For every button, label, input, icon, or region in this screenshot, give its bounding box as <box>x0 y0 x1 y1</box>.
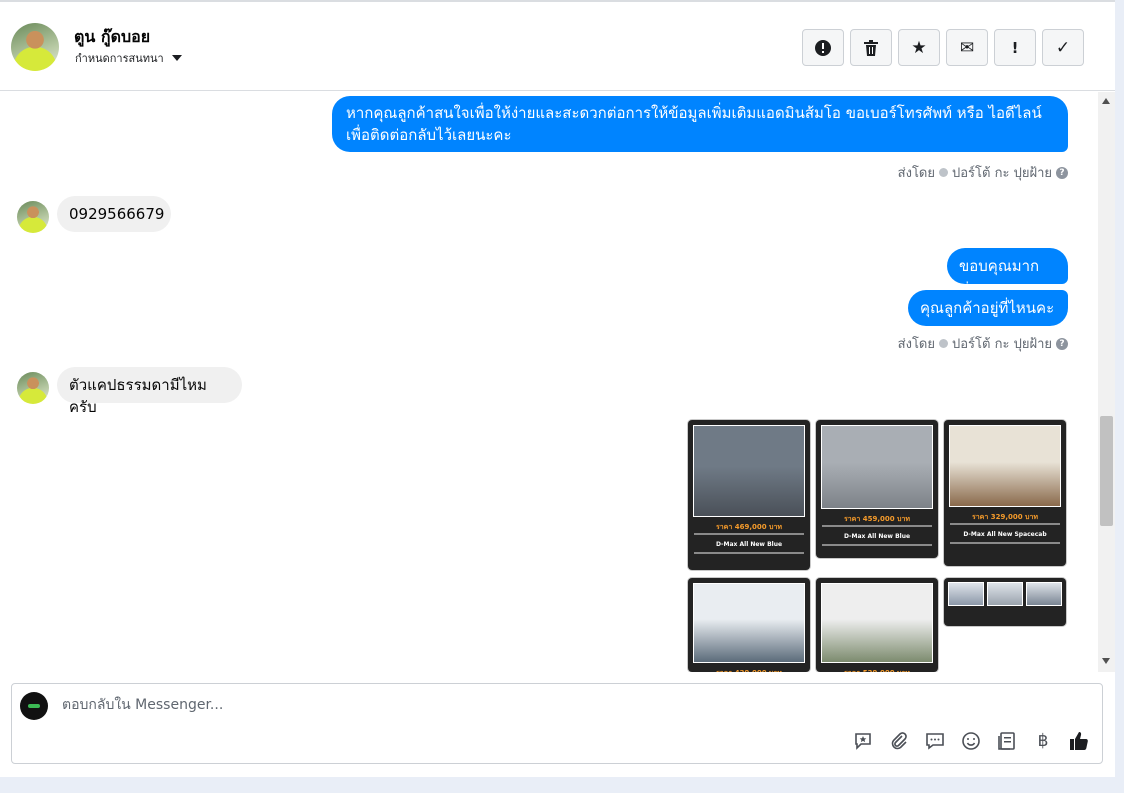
star-button[interactable]: ★ <box>898 29 940 66</box>
car-thumbnail <box>987 582 1023 606</box>
car-thumbnail <box>1026 582 1062 606</box>
spam-button[interactable]: ! <box>994 29 1036 66</box>
photo-price: ราคา 429,000 บาท <box>688 668 810 672</box>
caret-down-icon <box>171 55 182 61</box>
saved-reply-icon <box>855 733 871 750</box>
car-photo <box>949 425 1061 507</box>
photo-price: ราคา 459,000 บาท <box>843 515 911 523</box>
help-icon[interactable]: ? <box>1056 166 1068 179</box>
attachment-icon <box>891 732 907 750</box>
photo-attachment[interactable]: ราคา 529,000 บาท <box>816 578 938 672</box>
photo-price: ราคา 529,000 บาท <box>816 668 938 672</box>
sender-name: ปอร์โต้ กะ ปุยฝ้าย <box>952 166 1052 181</box>
schedule-dropdown[interactable]: กำหนดการสนทนา <box>75 49 182 67</box>
payment-button[interactable]: ฿ <box>1032 730 1054 752</box>
photo-detail-line <box>950 523 1060 525</box>
avatar[interactable] <box>17 201 49 233</box>
car-photo <box>693 425 805 517</box>
message-outgoing[interactable]: ขอบคุณมากค่ะ <box>947 248 1068 297</box>
trash-icon <box>864 39 878 56</box>
emoji-icon <box>962 732 980 750</box>
scroll-down-arrow-icon[interactable] <box>1102 658 1110 664</box>
photo-model: D-Max All New Blue <box>843 533 911 540</box>
schedule-label: กำหนดการสนทนา <box>75 52 164 65</box>
photo-attachment[interactable] <box>944 578 1066 626</box>
car-photo <box>821 583 933 663</box>
photo-price: ราคา 329,000 บาท <box>971 513 1039 521</box>
delete-button[interactable] <box>850 29 892 66</box>
like-button[interactable] <box>1068 730 1090 752</box>
catalog-button[interactable] <box>996 730 1018 752</box>
message-line: หากคุณลูกค้าสนใจเพื่อให้ง่ายและสะดวกต่อก… <box>346 104 1042 122</box>
scroll-up-arrow-icon[interactable] <box>1102 98 1110 104</box>
sent-by-label: ส่งโดย ปอร์โต้ กะ ปุยฝ้าย ? <box>898 162 1068 183</box>
star-icon: ★ <box>911 37 927 58</box>
page-avatar <box>20 692 48 720</box>
emoji-button[interactable] <box>960 730 982 752</box>
photo-attachment[interactable]: ราคา 469,000 บาท D-Max All New Blue <box>688 420 810 570</box>
photo-model: D-Max All New Blue <box>715 541 783 548</box>
thumbs-up-icon <box>1070 732 1088 750</box>
photo-price: ราคา 469,000 บาท <box>715 523 783 531</box>
photo-detail-line <box>694 533 804 535</box>
attach-button[interactable] <box>888 730 910 752</box>
photo-detail-line <box>950 542 1060 544</box>
mail-icon: ✉ <box>959 37 975 58</box>
car-photo <box>693 583 805 663</box>
conversation-header: ตูน กู๊ดบอย กำหนดการสนทนา ★ ✉ ! ✓ <box>0 2 1115 91</box>
header-actions: ★ ✉ ! ✓ <box>802 29 1084 66</box>
report-button[interactable] <box>802 29 844 66</box>
catalog-icon <box>998 732 1015 750</box>
car-thumbnail <box>948 582 984 606</box>
alert-circle-icon <box>815 39 831 56</box>
message-outgoing[interactable]: คุณลูกค้าอยู่ที่ไหนคะ <box>908 290 1068 326</box>
message-thread[interactable]: หากคุณลูกค้าสนใจเพื่อให้ง่ายและสะดวกต่อก… <box>0 92 1098 672</box>
sender-name: ปอร์โต้ กะ ปุยฝ้าย <box>952 337 1052 352</box>
photo-attachment[interactable]: ราคา 329,000 บาท D-Max All New Spacecab <box>944 420 1066 566</box>
sent-by-label: ส่งโดย ปอร์โต้ กะ ปุยฝ้าย ? <box>898 333 1068 354</box>
photo-attachment[interactable]: ราคา 429,000 บาท <box>688 578 810 672</box>
verified-icon <box>939 168 948 177</box>
chat-bubble-icon <box>926 733 944 750</box>
baht-icon: ฿ <box>1037 731 1049 751</box>
done-button[interactable]: ✓ <box>1042 29 1084 66</box>
message-outgoing[interactable]: หากคุณลูกค้าสนใจเพื่อให้ง่ายและสะดวกต่อก… <box>332 96 1068 152</box>
photo-detail-line <box>822 525 932 527</box>
mark-unread-button[interactable]: ✉ <box>946 29 988 66</box>
quick-reply-button[interactable] <box>924 730 946 752</box>
avatar[interactable] <box>17 372 49 404</box>
exclamation-icon: ! <box>1011 38 1019 57</box>
photo-model: D-Max All New Spacecab <box>963 531 1047 538</box>
photo-detail-line <box>694 552 804 554</box>
contact-name[interactable]: ตูน กู๊ดบอย <box>74 25 150 50</box>
conversation-panel: ตูน กู๊ดบอย กำหนดการสนทนา ★ ✉ ! ✓ หากคุณ… <box>0 0 1115 777</box>
reply-composer: ฿ <box>11 683 1103 764</box>
car-photo <box>821 425 933 509</box>
message-incoming[interactable]: ตัวแคปธรรมดามีไหมครับ <box>57 367 242 416</box>
verified-icon <box>939 339 948 348</box>
message-incoming[interactable]: 0929566679 <box>57 196 171 232</box>
photo-attachment[interactable]: ราคา 459,000 บาท D-Max All New Blue <box>816 420 938 558</box>
photo-detail-line <box>822 544 932 546</box>
message-line: เพื่อติดต่อกลับไว้เลยนะคะ <box>346 126 512 144</box>
check-icon: ✓ <box>1055 37 1071 58</box>
avatar[interactable] <box>11 23 59 71</box>
scroll-thumb[interactable] <box>1100 416 1113 526</box>
reply-input[interactable] <box>60 696 764 714</box>
scrollbar[interactable] <box>1098 92 1115 672</box>
help-icon[interactable]: ? <box>1056 337 1068 350</box>
composer-tools: ฿ <box>852 730 1090 752</box>
saved-reply-button[interactable] <box>852 730 874 752</box>
